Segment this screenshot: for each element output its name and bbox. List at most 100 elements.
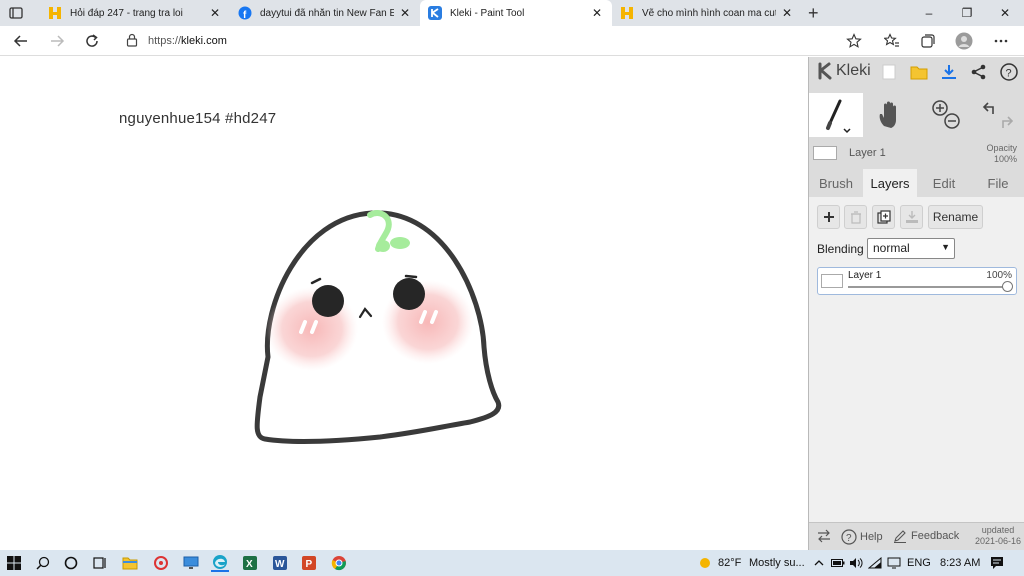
kleki-favicon-icon bbox=[428, 6, 442, 20]
layer-thumbnail bbox=[821, 274, 843, 288]
minimize-button[interactable]: – bbox=[910, 0, 948, 26]
url-scheme: https:// bbox=[148, 35, 182, 47]
kleki-logo-icon bbox=[818, 62, 832, 80]
wifi-icon[interactable] bbox=[866, 554, 884, 572]
restore-button[interactable]: ❐ bbox=[948, 0, 986, 26]
tab-layers[interactable]: Layers bbox=[863, 169, 917, 197]
duplicate-layer-button[interactable] bbox=[872, 205, 895, 229]
download-icon[interactable] bbox=[939, 62, 959, 82]
refresh-icon[interactable] bbox=[83, 32, 101, 50]
undo-redo-icon bbox=[982, 102, 1014, 128]
new-image-icon[interactable] bbox=[879, 62, 899, 82]
tab-close-icon[interactable]: ✕ bbox=[590, 6, 604, 20]
tab-facebook[interactable]: f dayytui đã nhắn tin New Fan Ela ✕ bbox=[230, 0, 420, 26]
svg-text:X: X bbox=[246, 559, 253, 570]
share-icon[interactable] bbox=[969, 62, 989, 82]
chevron-up-icon[interactable] bbox=[810, 554, 828, 572]
drawing-canvas[interactable]: nguyenhue154 #hd247 bbox=[0, 57, 808, 550]
help-icon[interactable]: ? bbox=[999, 62, 1019, 82]
tab-file[interactable]: File bbox=[971, 169, 1024, 197]
layer-opacity-value: 100% bbox=[986, 270, 1012, 281]
url-field[interactable]: https://kleki.com bbox=[118, 30, 878, 52]
tab-title: Vẽ cho mình hình coan ma cute bbox=[642, 7, 776, 19]
delete-layer-button[interactable] bbox=[844, 205, 867, 229]
tab-kleki[interactable]: Kleki - Paint Tool ✕ bbox=[420, 0, 612, 26]
add-layer-button[interactable] bbox=[817, 205, 840, 229]
layer-opacity-handle[interactable] bbox=[1002, 281, 1013, 292]
merge-down-button[interactable] bbox=[900, 205, 923, 229]
opacity-readout: Opacity 100% bbox=[986, 143, 1017, 165]
forward-arrow-icon[interactable] bbox=[48, 32, 66, 50]
svg-text:?: ? bbox=[1006, 68, 1012, 80]
profile-avatar-icon[interactable] bbox=[955, 32, 973, 50]
svg-text:W: W bbox=[275, 559, 285, 570]
layer-list-item[interactable]: Layer 1 100% bbox=[817, 267, 1017, 295]
search-icon[interactable] bbox=[34, 554, 52, 572]
tab-close-icon[interactable]: ✕ bbox=[398, 6, 412, 20]
cortana-icon[interactable] bbox=[62, 554, 80, 572]
more-menu-icon[interactable] bbox=[992, 32, 1010, 50]
rename-layer-button[interactable]: Rename bbox=[928, 205, 983, 229]
current-layer-info: Layer 1 Opacity 100% bbox=[809, 143, 1024, 167]
open-folder-icon[interactable] bbox=[909, 62, 929, 82]
app-icon-red[interactable] bbox=[152, 554, 170, 572]
tab-close-icon[interactable]: ✕ bbox=[780, 6, 794, 20]
feedback-button[interactable]: Feedback bbox=[893, 529, 959, 543]
display-icon[interactable] bbox=[885, 554, 903, 572]
weather-text[interactable]: Mostly su... bbox=[749, 557, 805, 569]
updated-date: 2021-06-16 bbox=[974, 536, 1021, 546]
url-host: kleki.com bbox=[181, 35, 227, 47]
plus-icon bbox=[823, 212, 834, 222]
swap-sides-icon[interactable] bbox=[817, 529, 831, 543]
tab-question[interactable]: Vẽ cho mình hình coan ma cute ✕ bbox=[612, 0, 802, 26]
weather-sun-icon[interactable] bbox=[696, 554, 714, 572]
blending-select[interactable]: normal ▼ bbox=[867, 238, 955, 259]
updated-label: updated bbox=[981, 525, 1015, 535]
word-icon[interactable]: W bbox=[271, 554, 289, 572]
tool-row bbox=[809, 93, 1024, 137]
volume-icon[interactable] bbox=[847, 554, 865, 572]
kleki-logo-text: Kleki bbox=[836, 62, 871, 79]
favorite-star-icon[interactable] bbox=[845, 32, 863, 50]
chrome-icon[interactable] bbox=[330, 554, 348, 572]
file-explorer-icon[interactable] bbox=[121, 554, 139, 572]
tab-edit[interactable]: Edit bbox=[917, 169, 971, 197]
weather-temp[interactable]: 82°F bbox=[718, 557, 741, 569]
language-indicator[interactable]: ENG bbox=[907, 557, 931, 569]
task-view-icon[interactable] bbox=[91, 554, 109, 572]
new-tab-button[interactable]: + bbox=[808, 3, 819, 24]
battery-icon[interactable] bbox=[829, 554, 847, 572]
blending-value: normal bbox=[873, 241, 910, 255]
brush-tool[interactable] bbox=[809, 93, 863, 137]
opacity-label: Opacity bbox=[986, 143, 1017, 153]
tab-brush[interactable]: Brush bbox=[809, 169, 863, 197]
feedback-label: Feedback bbox=[911, 530, 960, 542]
browser-tab-bar: Hỏi đáp 247 - trang tra loi ✕ f dayytui … bbox=[0, 0, 1024, 26]
layer-opacity-slider[interactable] bbox=[848, 281, 1013, 292]
favorites-icon[interactable] bbox=[883, 32, 901, 50]
back-arrow-icon[interactable] bbox=[12, 32, 30, 50]
layers-panel: Rename Blending normal ▼ Layer 1 100% bbox=[809, 197, 1024, 522]
undo-redo[interactable] bbox=[971, 93, 1024, 137]
windows-start-icon[interactable] bbox=[5, 554, 23, 572]
excel-icon[interactable]: X bbox=[241, 554, 259, 572]
clock-time[interactable]: 8:23 AM bbox=[940, 557, 980, 569]
tab-hoidap[interactable]: Hỏi đáp 247 - trang tra loi ✕ bbox=[40, 0, 230, 26]
close-window-button[interactable]: ✕ bbox=[986, 0, 1024, 26]
tab-close-icon[interactable]: ✕ bbox=[208, 6, 222, 20]
edge-browser-icon[interactable] bbox=[211, 554, 229, 572]
tab-actions-icon[interactable] bbox=[8, 5, 24, 21]
zoom-tools[interactable] bbox=[917, 93, 971, 137]
right-eye bbox=[393, 278, 425, 310]
kleki-footer: ? Help Feedback updated 2021-06-16 bbox=[809, 522, 1024, 550]
tab-title: dayytui đã nhắn tin New Fan Ela bbox=[260, 7, 394, 19]
help-button[interactable]: ? Help bbox=[841, 529, 883, 545]
kleki-logo[interactable]: Kleki bbox=[817, 62, 871, 80]
powerpoint-icon[interactable]: P bbox=[300, 554, 318, 572]
hand-tool[interactable] bbox=[863, 93, 917, 137]
notifications-icon[interactable] bbox=[988, 554, 1006, 572]
chevron-down-icon: ▼ bbox=[941, 242, 950, 252]
hoidap-favicon-icon bbox=[620, 6, 634, 20]
collections-icon[interactable] bbox=[919, 32, 937, 50]
monitor-app-icon[interactable] bbox=[182, 554, 200, 572]
